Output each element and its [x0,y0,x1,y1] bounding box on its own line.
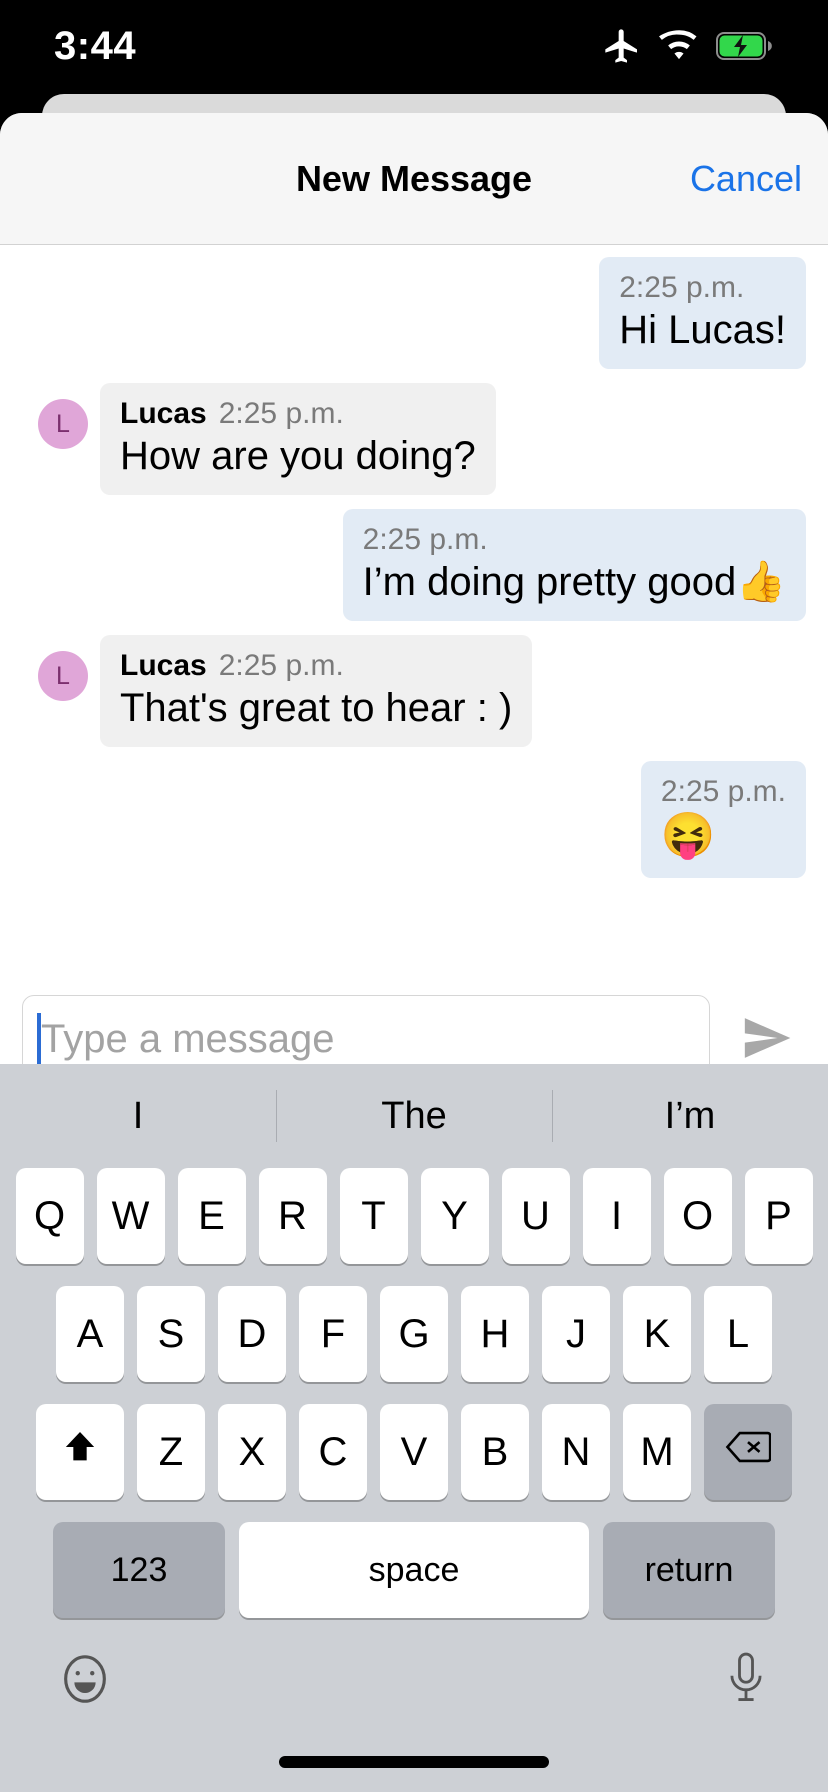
return-key[interactable]: return [603,1522,775,1618]
key-u[interactable]: U [501,1168,570,1264]
avatar: L [38,651,88,701]
status-time: 3:44 [54,23,137,68]
numeric-key[interactable]: 123 [53,1522,225,1618]
sheet-header: New Message Cancel [0,113,828,245]
message-row: L Lucas 2:25 p.m. How are you doing? [0,383,828,495]
keyboard-row-4: 123 space return [0,1522,828,1618]
message-text: 😝 [660,811,716,860]
key-t[interactable]: T [339,1168,408,1264]
keyboard-suggestion[interactable]: I’m [552,1095,828,1138]
key-j[interactable]: J [542,1286,610,1382]
send-icon [735,1010,799,1069]
home-indicator [279,1756,549,1768]
key-x[interactable]: X [218,1404,286,1500]
message-meta: Lucas 2:25 p.m. [120,649,512,683]
key-r[interactable]: R [258,1168,327,1264]
airplane-mode-icon [602,26,642,66]
message-timestamp: 2:25 p.m. [619,271,745,304]
message-text: That's great to hear : ) [120,686,513,730]
emoji-icon[interactable] [56,1650,114,1713]
keyboard-suggestion[interactable]: The [276,1095,552,1138]
key-h[interactable]: H [461,1286,529,1382]
key-p[interactable]: P [744,1168,813,1264]
key-e[interactable]: E [177,1168,246,1264]
phone-screen: 3:44 New Message Cancel 2:25 p.m. Hi Luc… [0,0,828,1792]
keyboard-suggestion-bar: I The I’m [0,1064,828,1168]
key-n[interactable]: N [542,1404,610,1500]
message-text: Hi Lucas! [619,308,786,352]
message-text: How are you doing? [120,434,476,478]
wifi-icon [658,30,700,62]
key-q[interactable]: Q [15,1168,84,1264]
microphone-icon[interactable] [720,1650,772,1713]
message-row: L Lucas 2:25 p.m. That's great to hear : ) [0,635,828,747]
message-row: 2:25 p.m. 😝 [0,761,828,878]
message-bubble[interactable]: 2:25 p.m. 😝 [640,761,806,878]
message-meta: 2:25 p.m. [661,775,786,809]
keyboard-bottom-bar [0,1640,828,1713]
keyboard-row-2: ASDFGHJKL [0,1286,828,1382]
key-m[interactable]: M [623,1404,691,1500]
key-k[interactable]: K [623,1286,691,1382]
avatar: L [38,399,88,449]
message-sender: Lucas [120,649,207,682]
message-bubble[interactable]: 2:25 p.m. I’m doing pretty good👍 [342,509,806,621]
shift-icon [60,1427,100,1477]
message-timestamp: 2:25 p.m. [660,775,786,808]
message-bubble[interactable]: 2:25 p.m. Hi Lucas! [599,257,806,369]
on-screen-keyboard: I The I’m QWERTYUIOP ASDFGHJKL ZXCVBNM 123 [0,1064,828,1792]
key-l[interactable]: L [704,1286,772,1382]
key-f[interactable]: F [299,1286,367,1382]
keyboard-suggestion[interactable]: I [0,1095,276,1138]
key-z[interactable]: Z [137,1404,205,1500]
message-sender: Lucas [120,397,207,430]
battery-charging-icon [716,31,774,61]
key-w[interactable]: W [96,1168,165,1264]
message-list[interactable]: 2:25 p.m. Hi Lucas! L Lucas 2:25 p.m. How are… [0,245,828,971]
message-meta: Lucas 2:25 p.m. [120,397,476,431]
backspace-icon [725,1429,772,1475]
shift-key[interactable] [36,1404,124,1500]
key-o[interactable]: O [663,1168,732,1264]
message-text: I’m doing pretty good👍 [362,560,786,604]
key-d[interactable]: D [218,1286,286,1382]
space-key[interactable]: space [239,1522,589,1618]
backspace-key[interactable] [704,1404,792,1500]
key-i[interactable]: I [582,1168,651,1264]
keyboard-row-3: ZXCVBNM [0,1404,828,1500]
message-row: 2:25 p.m. I’m doing pretty good👍 [0,509,828,621]
page-title: New Message [295,157,533,199]
status-icons [602,26,774,66]
message-meta: 2:25 p.m. [619,271,786,305]
status-bar: 3:44 [0,0,828,92]
key-s[interactable]: S [137,1286,205,1382]
key-v[interactable]: V [380,1404,448,1500]
message-input-placeholder: Type a message [41,1016,335,1061]
message-bubble[interactable]: Lucas 2:25 p.m. That's great to hear : ) [100,635,533,747]
key-a[interactable]: A [56,1286,124,1382]
message-row: 2:25 p.m. Hi Lucas! [0,257,828,369]
cancel-button[interactable]: Cancel [690,158,802,200]
message-timestamp: 2:25 p.m. [218,397,344,430]
message-meta: 2:25 p.m. [363,523,786,557]
key-c[interactable]: C [299,1404,367,1500]
key-b[interactable]: B [461,1404,529,1500]
keyboard-row-1: QWERTYUIOP [0,1168,828,1264]
key-g[interactable]: G [380,1286,448,1382]
message-timestamp: 2:25 p.m. [218,649,344,682]
message-bubble[interactable]: Lucas 2:25 p.m. How are you doing? [100,383,496,495]
message-timestamp: 2:25 p.m. [362,523,488,556]
key-y[interactable]: Y [420,1168,489,1264]
